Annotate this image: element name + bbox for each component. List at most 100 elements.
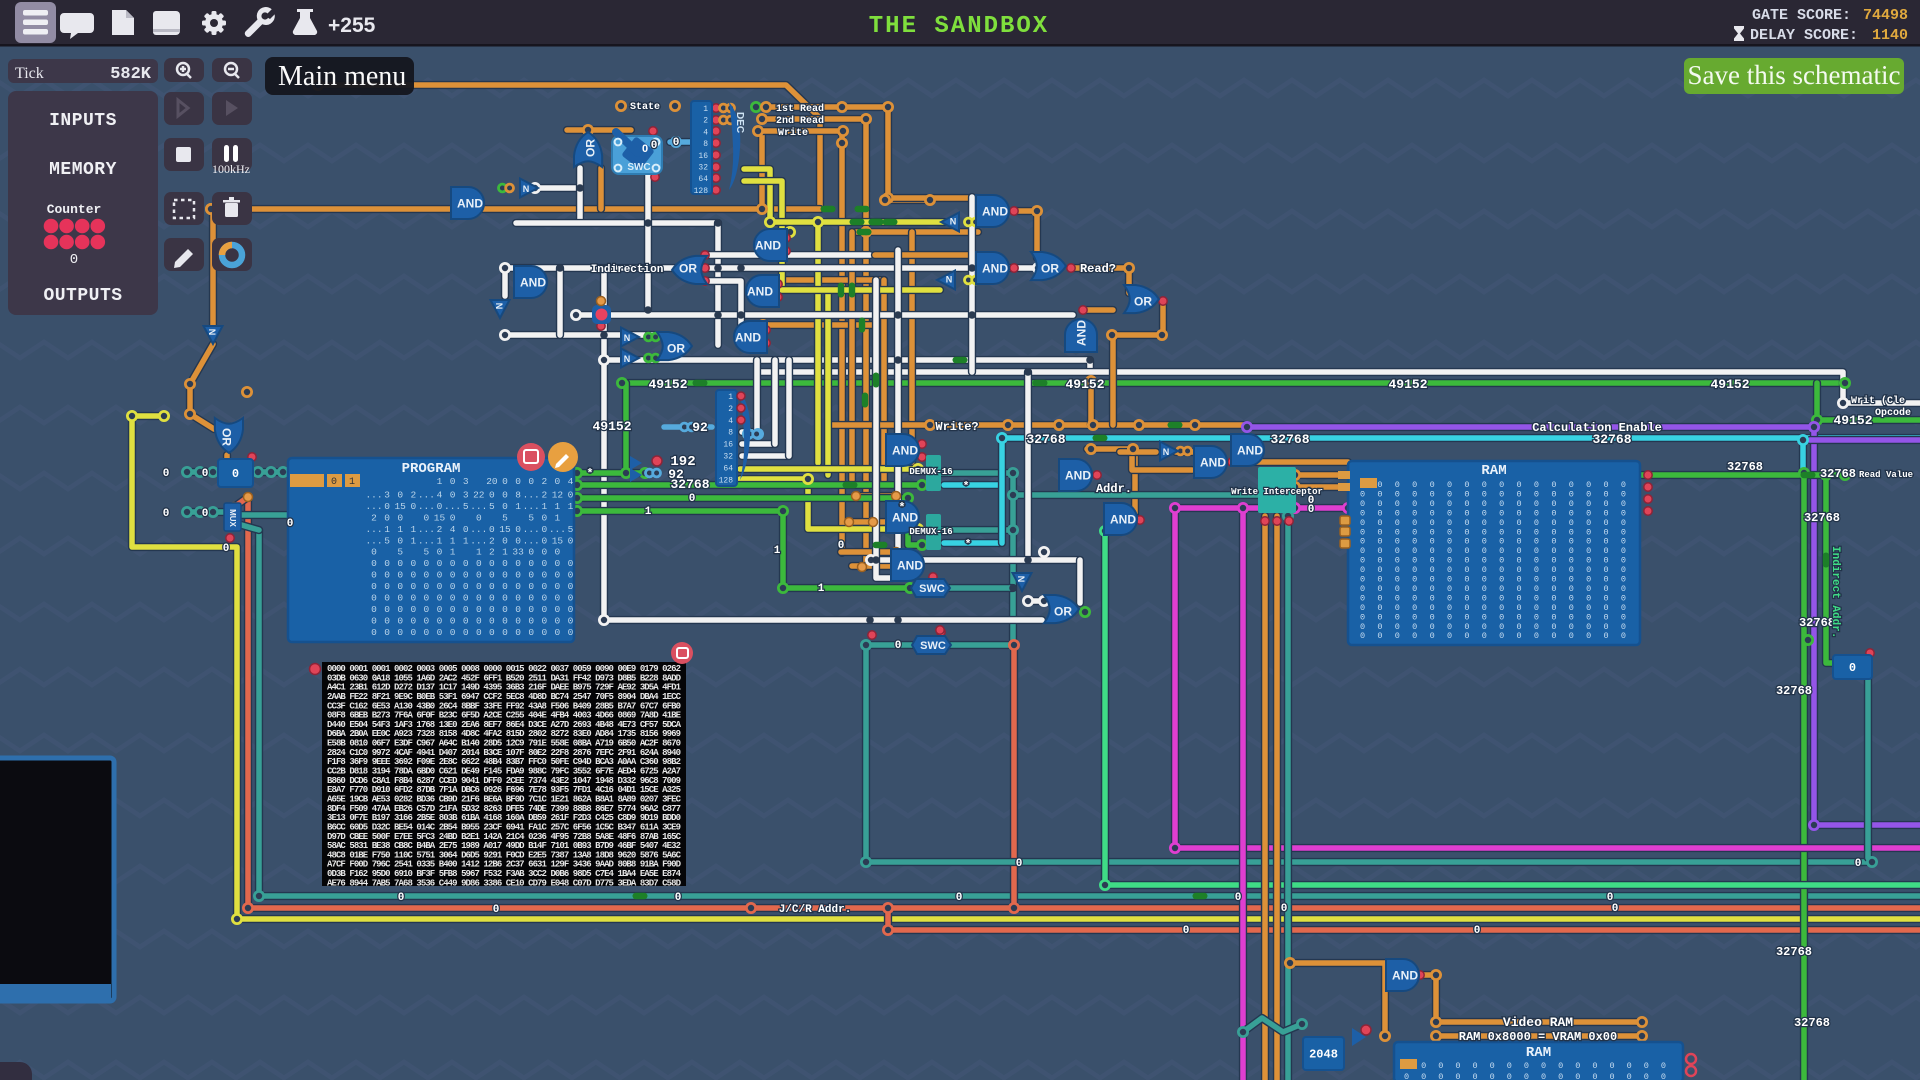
svg-text:0: 0 (371, 581, 377, 592)
svg-text:OR: OR (220, 428, 234, 446)
svg-text:0: 0 (397, 489, 403, 500)
svg-text:DELAY SCORE:: DELAY SCORE: (1750, 27, 1858, 44)
svg-text:0: 0 (642, 143, 648, 155)
svg-text:0: 0 (568, 535, 574, 546)
svg-text:0: 0 (476, 512, 482, 523)
svg-text:Read Value: Read Value (1859, 470, 1913, 480)
svg-text:0: 0 (476, 593, 482, 604)
svg-text:SWC: SWC (919, 583, 945, 595)
svg-text:AND: AND (897, 558, 923, 572)
svg-text:0: 0 (437, 558, 443, 569)
svg-text:5: 5 (502, 512, 508, 523)
svg-text:16: 16 (723, 441, 733, 450)
svg-text:N: N (207, 329, 217, 336)
svg-text:AE76 8944 7AB5 7A68 3536 C449: AE76 8944 7AB5 7A68 3536 C449 9D86 3386 … (327, 878, 682, 888)
svg-text:0: 0 (1281, 903, 1288, 915)
svg-text:RAM 0x8000 = VRAM 0x00: RAM 0x8000 = VRAM 0x00 (1459, 1030, 1617, 1044)
svg-text:32768: 32768 (1776, 684, 1812, 698)
svg-text:0: 0 (568, 604, 574, 615)
svg-text:0: 0 (384, 593, 390, 604)
svg-text:0: 0 (424, 627, 430, 638)
svg-text:0: 0 (528, 570, 534, 581)
svg-text:0: 0 (463, 558, 469, 569)
svg-text:0: 0 (838, 540, 845, 552)
svg-text:0: 0 (384, 581, 390, 592)
svg-text:0: 0 (555, 476, 561, 487)
svg-text:0: 0 (70, 252, 78, 268)
svg-text:0: 0 (541, 604, 547, 615)
svg-text:1: 1 (410, 535, 416, 546)
svg-text:...: ... (523, 489, 540, 500)
svg-text:*: * (963, 481, 970, 493)
svg-text:0: 0 (410, 570, 416, 581)
svg-text:0 0 0 0 0 0 0 0 0 0 0 0 0 0 0: 0 0 0 0 0 0 0 0 0 0 0 0 0 0 0 0 (1360, 631, 1626, 641)
svg-text:2: 2 (371, 512, 377, 523)
svg-text:0: 0 (528, 627, 534, 638)
svg-text:0: 0 (463, 593, 469, 604)
svg-text:N: N (624, 333, 631, 343)
svg-text:0: 0 (568, 627, 574, 638)
svg-text:0: 0 (515, 524, 521, 535)
svg-text:0: 0 (541, 524, 547, 535)
svg-text:49152: 49152 (1388, 377, 1427, 392)
svg-text:0: 0 (371, 627, 377, 638)
svg-text:0: 0 (463, 604, 469, 615)
svg-text:0: 0 (555, 593, 561, 604)
svg-text:SWC: SWC (627, 162, 650, 173)
svg-text:0: 0 (651, 140, 658, 152)
svg-text:OR: OR (583, 139, 597, 157)
svg-text:0: 0 (515, 570, 521, 581)
svg-text:...: ... (418, 535, 435, 546)
svg-text:0: 0 (489, 558, 495, 569)
svg-text:0: 0 (555, 558, 561, 569)
svg-text:1: 1 (384, 524, 390, 535)
svg-text:0: 0 (1183, 925, 1190, 937)
svg-text:Addr.: Addr. (1096, 482, 1132, 496)
svg-text:0: 0 (410, 627, 416, 638)
svg-text:0: 0 (424, 570, 430, 581)
svg-text:0: 0 (410, 581, 416, 592)
svg-text:0: 0 (463, 627, 469, 638)
svg-text:Read?: Read? (1080, 262, 1116, 276)
svg-text:5: 5 (424, 547, 430, 558)
svg-text:0: 0 (502, 501, 508, 512)
svg-text:1140: 1140 (1872, 27, 1908, 44)
svg-text:0: 0 (397, 615, 403, 626)
svg-text:0: 0 (502, 604, 508, 615)
svg-text:INPUTS: INPUTS (49, 111, 117, 131)
svg-text:4: 4 (568, 476, 574, 487)
svg-text:MEMORY: MEMORY (49, 160, 117, 180)
svg-text:+255: +255 (328, 14, 376, 37)
svg-text:0: 0 (502, 535, 508, 546)
svg-text:3: 3 (463, 476, 469, 487)
svg-text:0: 0 (541, 558, 547, 569)
svg-text:49152: 49152 (592, 419, 631, 434)
svg-text:0: 0 (437, 627, 443, 638)
svg-text:12: 12 (552, 489, 564, 500)
svg-text:49152: 49152 (1065, 377, 1104, 392)
svg-text:0: 0 (371, 570, 377, 581)
svg-text:AND: AND (1200, 455, 1226, 469)
svg-text:OUTPUTS: OUTPUTS (43, 286, 122, 306)
svg-text:0: 0 (223, 543, 230, 555)
svg-text:1: 1 (728, 393, 733, 402)
svg-text:N: N (950, 216, 957, 226)
svg-text:5: 5 (568, 524, 574, 535)
svg-text:4: 4 (728, 417, 733, 426)
svg-text:0: 0 (397, 535, 403, 546)
svg-text:0: 0 (424, 615, 430, 626)
svg-text:DEMUX-16: DEMUX-16 (909, 527, 952, 537)
svg-text:0: 0 (515, 593, 521, 604)
svg-text:0: 0 (528, 581, 534, 592)
svg-text:32768: 32768 (1776, 945, 1812, 959)
svg-text:0: 0 (541, 535, 547, 546)
svg-text:OR: OR (667, 341, 685, 355)
svg-text:...: ... (470, 535, 487, 546)
svg-text:0: 0 (502, 581, 508, 592)
svg-text:1: 1 (568, 501, 574, 512)
svg-text:0: 0 (384, 604, 390, 615)
svg-text:0: 0 (689, 493, 696, 505)
svg-text:0: 0 (502, 627, 508, 638)
svg-text:0: 0 (437, 547, 443, 558)
svg-text:1: 1 (703, 105, 708, 114)
